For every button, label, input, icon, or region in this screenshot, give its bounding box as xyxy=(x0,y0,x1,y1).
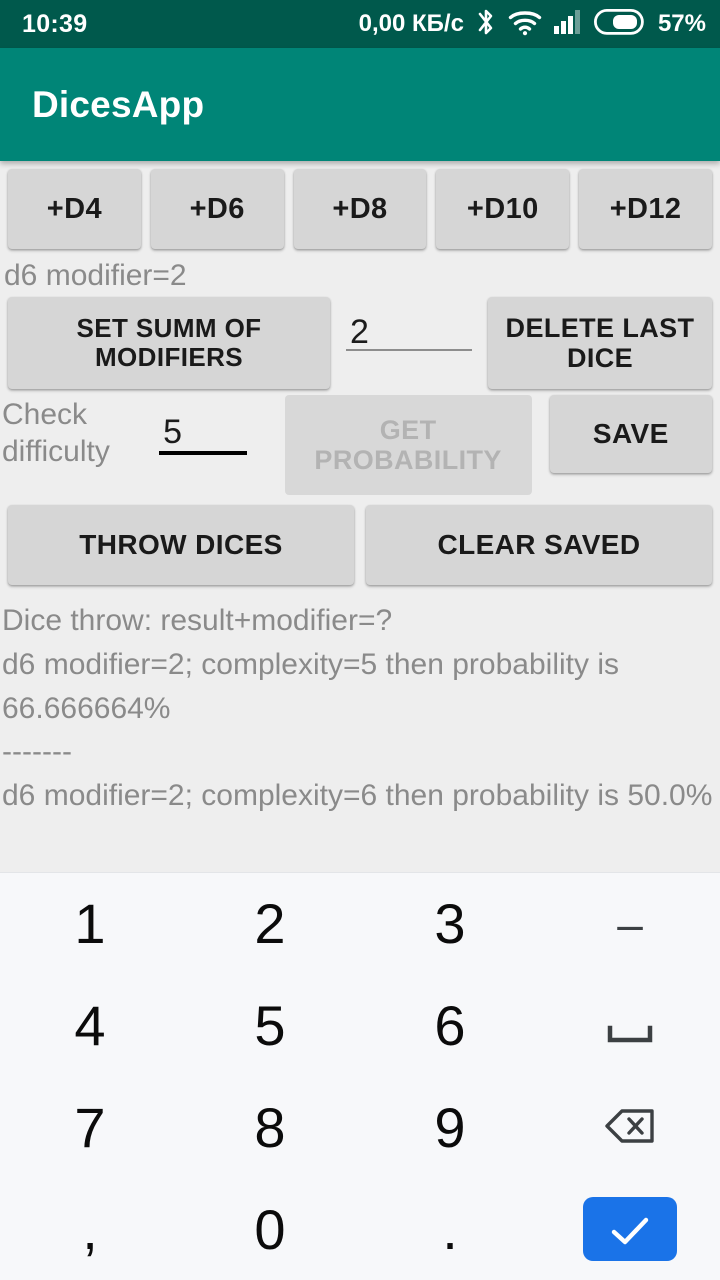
key-dot[interactable]: . xyxy=(360,1178,540,1280)
battery-icon xyxy=(593,8,644,40)
keyboard-row: , 0 . xyxy=(0,1178,720,1280)
add-d6-button[interactable]: +D6 xyxy=(150,169,284,249)
difficulty-input-underline xyxy=(159,451,248,455)
space-icon xyxy=(607,994,653,1058)
key-1[interactable]: 1 xyxy=(0,873,180,975)
dice-status-label: d6 modifier=2 xyxy=(4,259,187,292)
key-0[interactable]: 0 xyxy=(180,1178,360,1280)
difficulty-input-value: 5 xyxy=(163,413,183,451)
difficulty-row: Check difficulty 5 GET PROBABILITY SAVE xyxy=(0,389,720,495)
key-3[interactable]: 3 xyxy=(360,873,540,975)
action-row: THROW DICES CLEAR SAVED xyxy=(0,493,720,585)
key-space[interactable] xyxy=(540,975,720,1077)
key-7[interactable]: 7 xyxy=(0,1077,180,1179)
app-screen: 10:39 0,00 КБ/с 57% DicesApp +D4 +D6 +D8… xyxy=(0,0,720,1280)
result-line: ------- xyxy=(2,735,72,769)
backspace-icon xyxy=(603,1095,657,1159)
key-4[interactable]: 4 xyxy=(0,975,180,1077)
app-bar: DicesApp xyxy=(0,48,720,161)
key-enter[interactable] xyxy=(540,1178,720,1280)
add-d10-button[interactable]: +D10 xyxy=(436,169,570,249)
modifier-input-underline xyxy=(346,349,472,351)
result-line: d6 modifier=2; complexity=5 then probabi… xyxy=(2,647,619,725)
page-title: DicesApp xyxy=(32,83,205,125)
save-button[interactable]: SAVE xyxy=(549,395,712,473)
result-line: Dice throw: result+modifier=? xyxy=(2,604,393,637)
key-6[interactable]: 6 xyxy=(360,975,540,1077)
keyboard-row: 4 5 6 xyxy=(0,975,720,1077)
check-difficulty-label: Check difficulty xyxy=(2,398,110,468)
numeric-keyboard: 1 2 3 – 4 5 6 7 8 9 , 0 . xyxy=(0,872,720,1280)
modifier-input[interactable]: 2 xyxy=(346,297,472,389)
add-d4-button[interactable]: +D4 xyxy=(8,169,141,249)
delete-last-dice-button[interactable]: DELETE LAST DICE xyxy=(488,297,712,389)
key-9[interactable]: 9 xyxy=(360,1077,540,1179)
clear-saved-button[interactable]: CLEAR SAVED xyxy=(366,505,712,585)
add-d12-button[interactable]: +D12 xyxy=(579,169,712,249)
set-summ-of-modifiers-button[interactable]: SET SUMM OF MODIFIERS xyxy=(8,297,330,389)
modifier-row: SET SUMM OF MODIFIERS 2 DELETE LAST DICE xyxy=(0,297,720,389)
signal-icon xyxy=(553,9,583,40)
throw-dices-button[interactable]: THROW DICES xyxy=(8,505,354,585)
key-backspace[interactable] xyxy=(540,1077,720,1179)
keyboard-row: 1 2 3 – xyxy=(0,873,720,975)
key-comma[interactable]: , xyxy=(0,1178,180,1280)
results-output: Dice throw: result+modifier=? d6 modifie… xyxy=(0,585,720,818)
bluetooth-icon xyxy=(475,7,497,42)
difficulty-input[interactable]: 5 xyxy=(159,395,261,487)
status-time: 10:39 xyxy=(22,9,88,38)
add-d8-button[interactable]: +D8 xyxy=(293,169,427,249)
dice-buttons-row: +D4 +D6 +D8 +D10 +D12 xyxy=(0,169,720,249)
keyboard-row: 7 8 9 xyxy=(0,1077,720,1179)
main-content: +D4 +D6 +D8 +D10 +D12 d6 modifier=2 SET … xyxy=(0,161,720,872)
modifier-input-value: 2 xyxy=(350,313,369,351)
wifi-icon xyxy=(508,8,542,41)
result-line: d6 modifier=2; complexity=6 then probabi… xyxy=(2,779,713,813)
key-5[interactable]: 5 xyxy=(180,975,360,1077)
key-8[interactable]: 8 xyxy=(180,1077,360,1179)
battery-percent-label: 57% xyxy=(657,10,706,37)
key-2[interactable]: 2 xyxy=(180,873,360,975)
key-minus[interactable]: – xyxy=(540,873,720,975)
status-bar: 10:39 0,00 КБ/с 57% xyxy=(0,0,720,48)
status-icons: 0,00 КБ/с 57% xyxy=(359,7,706,42)
data-rate-label: 0,00 КБ/с xyxy=(358,10,464,37)
get-probability-button[interactable]: GET PROBABILITY xyxy=(284,395,532,495)
checkmark-icon xyxy=(608,1197,652,1261)
enter-key-surface[interactable] xyxy=(583,1197,677,1262)
